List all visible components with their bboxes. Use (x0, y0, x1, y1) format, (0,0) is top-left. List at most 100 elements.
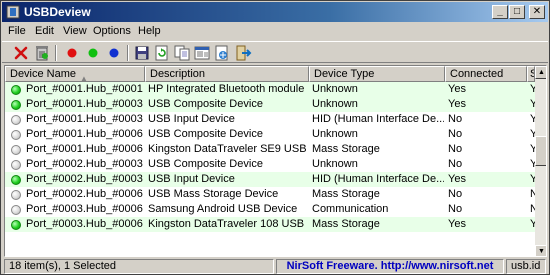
cell-device-name: Port_#0002.Hub_#0003 (26, 158, 143, 170)
menu-file[interactable]: File (8, 25, 26, 37)
table-row[interactable]: Port_#0001.Hub_#0006 USB Composite Device… (5, 127, 536, 142)
cell-description: USB Composite Device (148, 98, 263, 110)
connected-status-icon (11, 220, 21, 230)
window-title: USBDeview (24, 5, 91, 19)
red-dot (67, 48, 77, 58)
sort-ascending-icon: ▲ (80, 74, 88, 82)
cell-device-name: Port_#0002.Hub_#0003 (26, 173, 143, 185)
properties-icon[interactable] (193, 44, 211, 62)
blue-dot-icon[interactable] (105, 44, 123, 62)
scroll-down-icon[interactable]: ▼ (535, 245, 546, 256)
cell-device-name: Port_#0003.Hub_#0006 (26, 218, 143, 230)
table-row[interactable]: Port_#0003.Hub_#0006 Samsung Android USB … (5, 202, 536, 217)
red-dot-icon[interactable] (63, 44, 81, 62)
status-bar: 18 item(s), 1 Selected NirSoft Freeware.… (2, 258, 548, 275)
save-icon[interactable] (133, 44, 151, 62)
close-button[interactable]: ✕ (529, 5, 545, 19)
maximize-button[interactable]: □ (509, 5, 525, 19)
cell-connected: No (448, 113, 463, 125)
disconnect-icon[interactable] (12, 44, 30, 62)
copy-icon[interactable] (173, 44, 191, 62)
scroll-up-icon[interactable]: ▲ (535, 66, 546, 79)
cell-device-type: HID (Human Interface De... (312, 173, 444, 185)
status-item-count: 18 item(s), 1 Selected (4, 259, 274, 274)
device-list[interactable]: Device Name ▲ Description Device Type Co… (4, 65, 547, 257)
list-header: Device Name ▲ Description Device Type Co… (5, 66, 535, 82)
cell-description: USB Composite Device (148, 158, 263, 170)
cell-connected: No (448, 158, 463, 170)
status-extra: usb.id (506, 259, 546, 274)
cell-device-name: Port_#0001.Hub_#0003 (26, 98, 143, 110)
menu-bar: File Edit View Options Help (2, 23, 548, 40)
cell-device-name: Port_#0001.Hub_#0001 (26, 83, 143, 95)
minimize-button[interactable]: _ (492, 5, 508, 19)
cell-connected: No (448, 188, 463, 200)
cell-device-type: Unknown (312, 128, 358, 140)
disconnected-status-icon (11, 130, 21, 140)
menu-options[interactable]: Options (93, 25, 131, 37)
table-row[interactable]: Port_#0001.Hub_#0006 Kingston DataTravele… (5, 142, 536, 157)
cell-device-type: Unknown (312, 98, 358, 110)
column-device-type[interactable]: Device Type (309, 66, 445, 82)
menu-view[interactable]: View (63, 25, 87, 37)
cell-device-type: Mass Storage (312, 218, 380, 230)
table-row[interactable]: Port_#0001.Hub_#0003 USB Composite Device… (5, 97, 536, 112)
connected-status-icon (11, 100, 21, 110)
cell-connected: Yes (448, 218, 466, 230)
table-row[interactable]: Port_#0002.Hub_#0003 USB Composite Device… (5, 157, 536, 172)
column-description[interactable]: Description (145, 66, 309, 82)
cell-device-type: HID (Human Interface De... (312, 113, 444, 125)
cell-device-name: Port_#0001.Hub_#0006 (26, 128, 143, 140)
column-label: Device Name (10, 68, 77, 80)
table-row[interactable]: Port_#0001.Hub_#0003 USB Input Device HID … (5, 112, 536, 127)
table-row[interactable]: Port_#0002.Hub_#0003 USB Input Device HID … (5, 172, 536, 187)
cell-device-type: Communication (312, 203, 389, 215)
html-report-icon[interactable] (213, 44, 231, 62)
cell-description: Kingston DataTraveler 108 USB ... (148, 218, 308, 230)
scroll-thumb[interactable] (535, 136, 546, 166)
toolbar (2, 41, 548, 63)
column-connected[interactable]: Connected (445, 66, 527, 82)
cell-description: USB Mass Storage Device (148, 188, 279, 200)
app-window: USBDeview _ □ ✕ File Edit View Options H… (0, 0, 550, 275)
usb-app-icon (6, 5, 20, 19)
cell-device-name: Port_#0001.Hub_#0003 (26, 113, 143, 125)
menu-help[interactable]: Help (138, 25, 161, 37)
column-s[interactable]: S (527, 66, 535, 82)
cell-device-name: Port_#0001.Hub_#0006 (26, 143, 143, 155)
disconnected-status-icon (11, 190, 21, 200)
cell-description: Kingston DataTraveler SE9 USB ... (148, 143, 308, 155)
cell-connected: No (448, 143, 463, 155)
cell-device-type: Mass Storage (312, 143, 380, 155)
disconnected-status-icon (11, 160, 21, 170)
cell-device-name: Port_#0003.Hub_#0006 (26, 203, 143, 215)
cell-connected: No (448, 203, 463, 215)
nirsoft-link[interactable]: NirSoft Freeware. http://www.nirsoft.net (276, 259, 504, 274)
exit-icon[interactable] (234, 44, 252, 62)
vertical-scrollbar[interactable]: ▲ ▼ (535, 66, 546, 256)
cell-connected: Yes (448, 173, 466, 185)
cell-connected: No (448, 128, 463, 140)
title-bar[interactable]: USBDeview _ □ ✕ (2, 2, 548, 22)
menu-edit[interactable]: Edit (35, 25, 54, 37)
cell-description: USB Input Device (148, 173, 235, 185)
table-row[interactable]: Port_#0003.Hub_#0006 Kingston DataTravele… (5, 217, 536, 232)
cell-device-type: Unknown (312, 83, 358, 95)
connected-status-icon (11, 175, 21, 185)
cell-device-type: Unknown (312, 158, 358, 170)
green-dot-icon[interactable] (84, 44, 102, 62)
refresh-icon[interactable] (153, 44, 171, 62)
toolbar-separator (127, 45, 129, 61)
column-device-name[interactable]: Device Name ▲ (5, 66, 145, 82)
uninstall-icon[interactable] (33, 44, 51, 62)
cell-description: Samsung Android USB Device (148, 203, 298, 215)
toolbar-separator (55, 45, 57, 61)
cell-description: USB Input Device (148, 113, 235, 125)
cell-device-type: Mass Storage (312, 188, 380, 200)
table-row[interactable]: Port_#0002.Hub_#0006 USB Mass Storage Dev… (5, 187, 536, 202)
cell-connected: Yes (448, 83, 466, 95)
cell-connected: Yes (448, 98, 466, 110)
table-row[interactable]: Port_#0001.Hub_#0001 HP Integrated Blueto… (5, 82, 536, 97)
disconnected-status-icon (11, 115, 21, 125)
cell-description: HP Integrated Bluetooth module (148, 83, 305, 95)
